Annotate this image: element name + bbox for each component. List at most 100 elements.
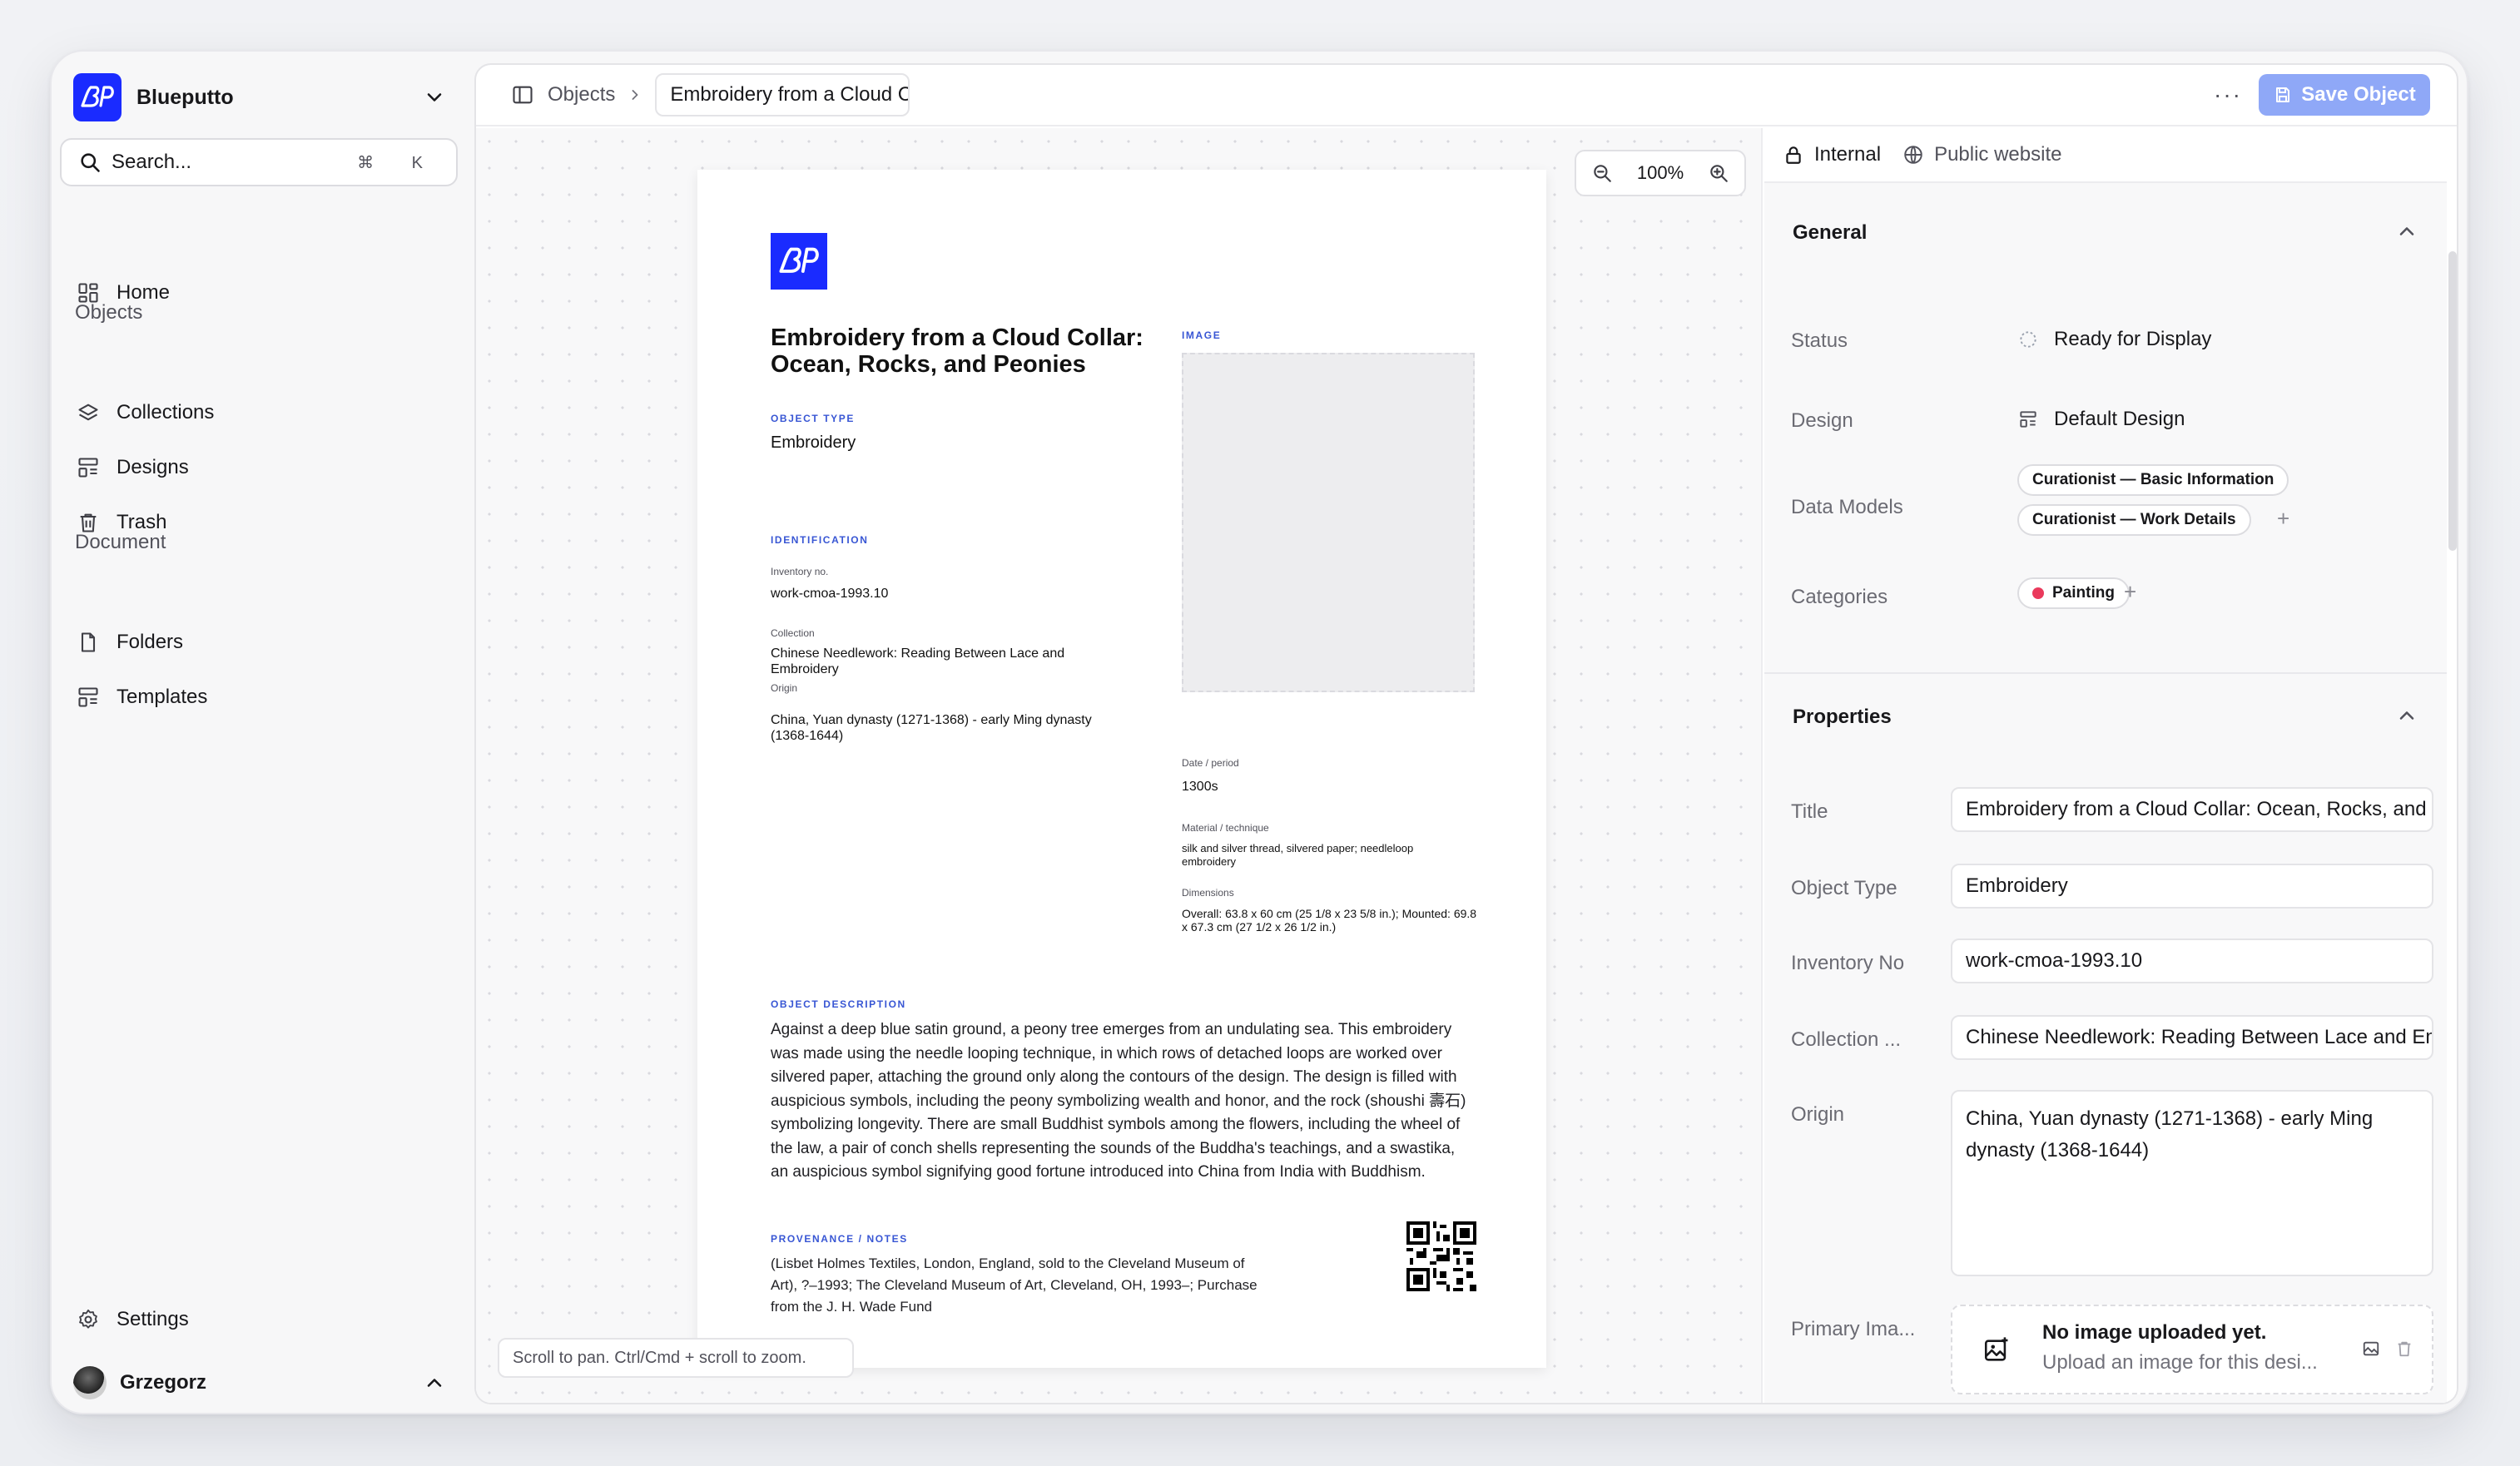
sidebar-item-settings[interactable]: Settings [73, 1296, 454, 1343]
tab-label: Internal [1814, 143, 1882, 166]
collection-field[interactable]: Chinese Needlework: Reading Between Lace… [1951, 1015, 2433, 1060]
chevron-up-icon[interactable] [2395, 704, 2418, 727]
breadcrumb-objects[interactable]: Objects [548, 83, 615, 106]
image-icon[interactable] [2362, 1340, 2380, 1358]
design-label: Design [1791, 409, 1853, 432]
workspace-switcher[interactable]: Blueputto [73, 68, 454, 126]
data-models-label: Data Models [1791, 496, 1903, 518]
more-options-icon[interactable]: ··· [2214, 82, 2242, 108]
gear-icon [79, 1309, 97, 1329]
design-select[interactable]: Default Design [2017, 408, 2185, 431]
upload-subtitle: Upload an image for this desi... [2042, 1351, 2318, 1374]
provenance-text: (Lisbet Holmes Textiles, London, England… [771, 1256, 1258, 1315]
sidebar-item-label: Collections [117, 401, 215, 423]
search-input[interactable]: Search... ⌘ K [60, 138, 458, 186]
material-label: Material / technique [1182, 822, 1269, 834]
trash-icon[interactable] [2395, 1340, 2413, 1358]
category-color-dot [2032, 587, 2044, 599]
chevron-up-icon[interactable] [2395, 220, 2418, 243]
upload-title: No image uploaded yet. [2042, 1321, 2267, 1344]
sidebar-section-objects: Objects [75, 301, 143, 324]
image-label: IMAGE [1182, 329, 1222, 341]
user-name: Grzegorz [120, 1371, 207, 1394]
object-type-field[interactable]: Embroidery [1951, 864, 2433, 909]
image-upload-dropzone[interactable]: No image uploaded yet. Upload an image f… [1951, 1305, 2433, 1394]
zoom-level: 100% [1636, 162, 1684, 183]
sidebar-section-document: Document [75, 531, 166, 553]
layout-template-icon [78, 687, 98, 707]
layout-template-icon [2020, 411, 2036, 428]
zoom-control: 100% [1575, 150, 1746, 196]
breadcrumb-current[interactable]: Embroidery from a Cloud Collar: Ocean, R… [655, 73, 910, 116]
add-data-model-icon[interactable]: + [2277, 506, 2289, 532]
sidebar-item-templates[interactable]: Templates [73, 674, 454, 721]
data-model-chip[interactable]: Curationist — Work Details [2017, 504, 2251, 536]
collection-label: Collection ... [1791, 1028, 1902, 1051]
user-menu[interactable]: Grzegorz [73, 1360, 454, 1406]
document-page[interactable]: Embroidery from a Cloud Collar: Ocean, R… [697, 170, 1546, 1368]
title-label: Title [1791, 800, 1828, 823]
avatar [73, 1366, 107, 1399]
topbar: Objects Embroidery from a Cloud Collar: … [476, 65, 2457, 126]
layers-icon [78, 404, 98, 421]
tab-label: Public website [1934, 143, 2062, 166]
panel-scrollbar[interactable] [2448, 251, 2457, 551]
categories-label: Categories [1791, 586, 1888, 608]
globe-icon [1904, 146, 1922, 164]
sidebar-item-collections[interactable]: Collections [73, 389, 454, 436]
file-icon [81, 632, 96, 652]
layout-list-icon [78, 458, 98, 478]
save-button[interactable]: Save Object [2259, 74, 2430, 116]
status-label: Status [1791, 329, 1848, 352]
app-window: Blueputto Search... ⌘ K Home Objects Col… [50, 50, 2468, 1414]
search-placeholder: Search... [112, 151, 192, 173]
image-placeholder [1182, 353, 1475, 692]
status-select[interactable]: Ready for Display [2017, 328, 2211, 351]
description-label: OBJECT DESCRIPTION [771, 998, 906, 1010]
object-type-label: OBJECT TYPE [771, 413, 855, 424]
design-value: Default Design [2054, 408, 2185, 430]
panel-tabs: Internal Public website [1764, 128, 2457, 181]
save-label: Save Object [2301, 83, 2416, 106]
document-logo [771, 233, 827, 290]
sidebar-item-label: Designs [117, 456, 189, 478]
inventory-no-label: Inventory No [1791, 952, 1905, 974]
category-chip[interactable]: Painting [2017, 577, 2130, 609]
collection-label: Collection [771, 627, 815, 639]
sidebar-toggle-icon[interactable] [511, 83, 534, 106]
brand-logo [73, 73, 122, 121]
origin-value: China, Yuan dynasty (1271-1368) - early … [771, 713, 1092, 743]
sidebar-item-folders[interactable]: Folders [73, 619, 454, 666]
tab-internal[interactable]: Internal [1783, 143, 1881, 166]
dimensions-label: Dimensions [1182, 887, 1234, 899]
sidebar: Blueputto Search... ⌘ K Home Objects Col… [52, 52, 476, 1413]
add-category-icon[interactable]: + [2124, 579, 2136, 605]
chevron-up-icon [427, 1379, 442, 1387]
design-canvas[interactable]: 100% Embroidery from a Cloud Collar: Oce… [476, 128, 1763, 1403]
chevron-down-icon [427, 93, 442, 102]
sidebar-item-designs[interactable]: Designs [73, 444, 454, 491]
origin-field[interactable]: China, Yuan dynasty (1271-1368) - early … [1951, 1090, 2433, 1276]
data-model-chip[interactable]: Curationist — Basic Information [2017, 464, 2289, 496]
object-type-label: Object Type [1791, 877, 1897, 899]
sidebar-item-label: Templates [117, 686, 208, 708]
general-heading: General [1793, 221, 1868, 244]
title-field[interactable]: Embroidery from a Cloud Collar: Ocean, R… [1951, 787, 2433, 832]
zoom-in-icon[interactable] [1708, 162, 1729, 184]
description-text: Against a deep blue satin ground, a peon… [771, 1021, 1466, 1181]
origin-label: Origin [1791, 1103, 1845, 1126]
chevron-right-icon [632, 90, 638, 100]
status-value: Ready for Display [2054, 328, 2212, 350]
search-icon [81, 153, 100, 172]
inventory-value: work-cmoa-1993.10 [771, 587, 889, 601]
main-panel: Objects Embroidery from a Cloud Collar: … [474, 63, 2458, 1404]
panel-scroll-area[interactable]: General Status Ready for Display Design … [1764, 181, 2447, 1403]
tab-public-website[interactable]: Public website [1902, 143, 2061, 166]
material-value: silk and silver thread, silvered paper; … [1182, 842, 1414, 868]
zoom-out-icon[interactable] [1591, 162, 1613, 184]
primary-image-label: Primary Ima... [1791, 1318, 1916, 1340]
sidebar-item-label: Settings [117, 1308, 189, 1330]
status-dashed-circle-icon [2020, 331, 2036, 348]
inventory-no-field[interactable]: work-cmoa-1993.10 [1951, 939, 2433, 983]
identification-label: IDENTIFICATION [771, 534, 869, 546]
